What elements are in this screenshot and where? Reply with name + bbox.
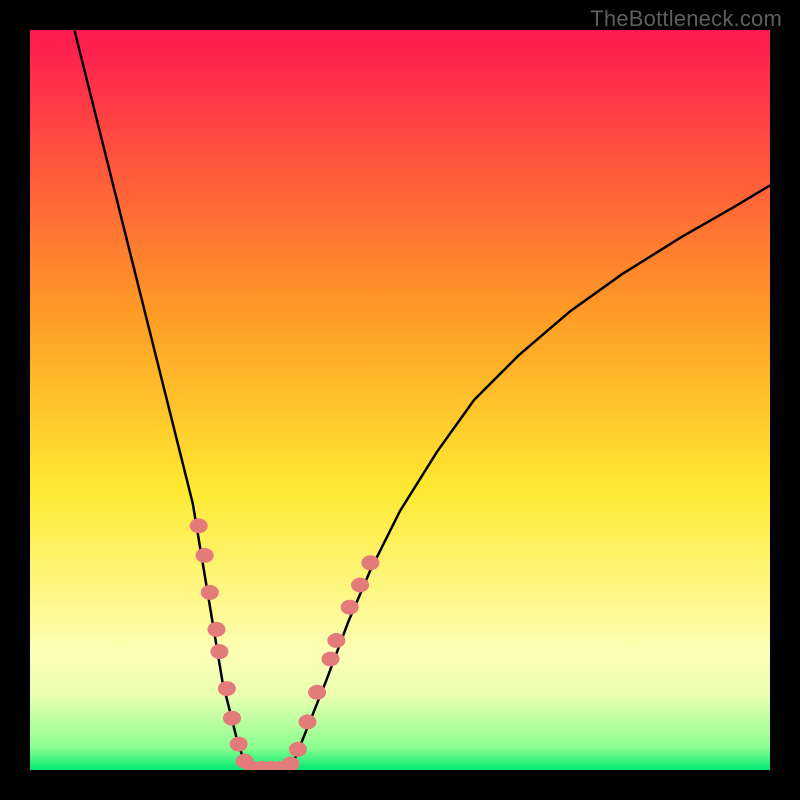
dot	[223, 711, 241, 726]
dot	[327, 633, 345, 648]
highlight-dots	[190, 518, 380, 770]
v-curve	[74, 30, 770, 770]
dot	[196, 548, 214, 563]
dot	[299, 714, 317, 729]
dot	[218, 681, 236, 696]
chart-frame: TheBottleneck.com	[0, 0, 800, 800]
dot	[341, 600, 359, 615]
curve-layer	[30, 30, 770, 770]
watermark-text: TheBottleneck.com	[590, 6, 782, 32]
plot-area	[30, 30, 770, 770]
dot	[210, 644, 228, 659]
dot	[308, 685, 326, 700]
dot	[361, 555, 379, 570]
dot	[207, 622, 225, 637]
dot	[190, 518, 208, 533]
dot	[321, 652, 339, 667]
dot	[230, 737, 248, 752]
dot	[351, 578, 369, 593]
dot	[201, 585, 219, 600]
dot	[281, 757, 299, 770]
dot	[289, 742, 307, 757]
